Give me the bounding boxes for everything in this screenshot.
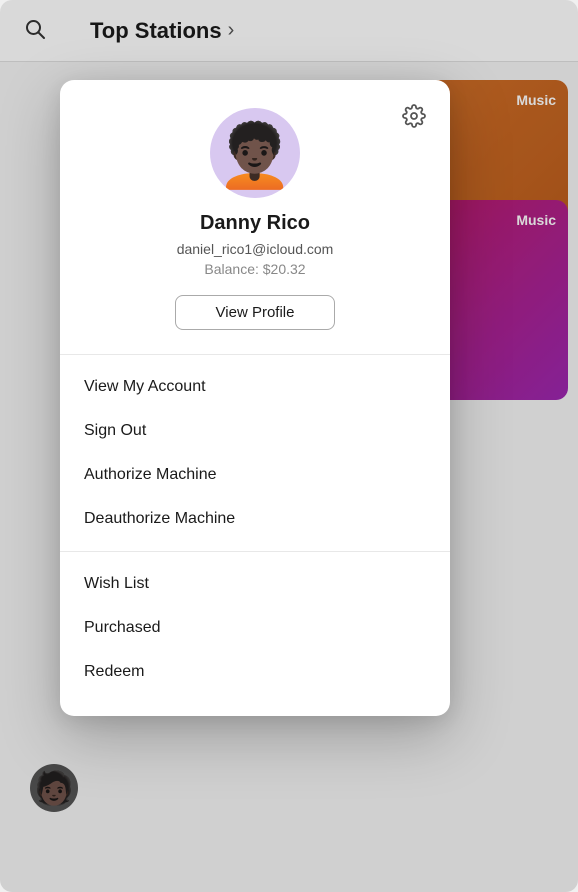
menu-item-purchased[interactable]: Purchased [60, 606, 450, 650]
menu-item-wish-list[interactable]: Wish List [60, 562, 450, 606]
menu-item-view-account[interactable]: View My Account [60, 365, 450, 409]
user-email: daniel_rico1@icloud.com [177, 241, 334, 257]
view-profile-button[interactable]: View Profile [175, 295, 336, 330]
avatar-emoji: 🧑🏿‍🦱 [216, 126, 293, 188]
menu-item-sign-out[interactable]: Sign Out [60, 409, 450, 453]
divider-1 [60, 354, 450, 355]
menu-item-deauthorize-machine[interactable]: Deauthorize Machine [60, 497, 450, 541]
menu-item-redeem[interactable]: Redeem [60, 650, 450, 694]
user-name: Danny Rico [200, 212, 310, 235]
user-balance: Balance: $20.32 [204, 261, 305, 277]
divider-2 [60, 551, 450, 552]
menu-item-authorize-machine[interactable]: Authorize Machine [60, 453, 450, 497]
account-popup: 🧑🏿‍🦱 Danny Rico daniel_rico1@icloud.com … [60, 80, 450, 716]
menu-section-1: View My Account Sign Out Authorize Machi… [60, 359, 450, 547]
settings-button[interactable] [398, 100, 430, 138]
popup-header: 🧑🏿‍🦱 Danny Rico daniel_rico1@icloud.com … [60, 80, 450, 350]
app-container: Top Stations › Music Music 🧑🏿 🧑🏿‍🦱 [0, 0, 578, 892]
menu-section-2: Wish List Purchased Redeem [60, 556, 450, 700]
avatar: 🧑🏿‍🦱 [210, 108, 300, 198]
